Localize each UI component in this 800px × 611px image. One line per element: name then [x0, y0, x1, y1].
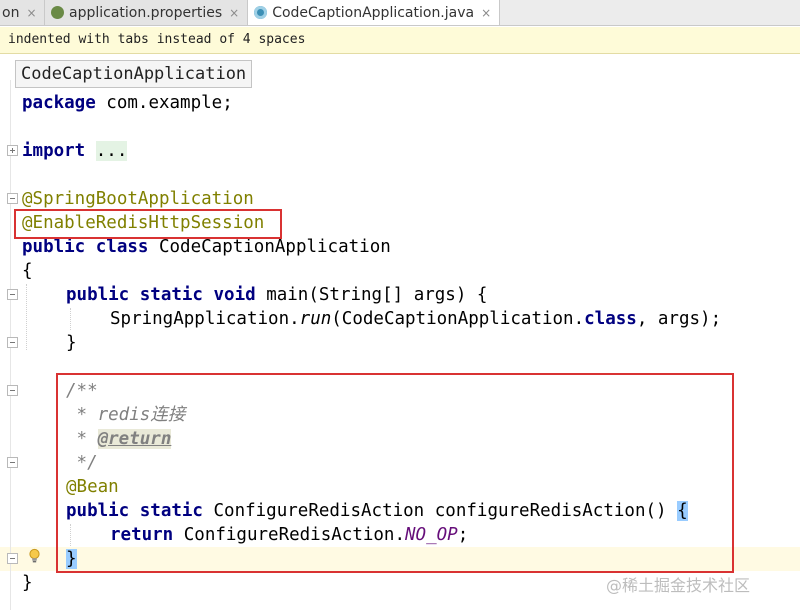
- code-line-main-decl[interactable]: public static void main(String[] args) {: [66, 283, 487, 307]
- indent-guide: [26, 284, 27, 350]
- close-icon[interactable]: ×: [26, 6, 36, 20]
- java-class-icon: [254, 6, 268, 19]
- breadcrumb[interactable]: CodeCaptionApplication: [15, 60, 253, 88]
- watermark: @稀土掘金技术社区: [606, 576, 751, 595]
- indent-guide: [70, 308, 71, 330]
- code-line-open-brace[interactable]: {: [22, 259, 33, 283]
- tab-application-properties[interactable]: application.properties ×: [45, 0, 249, 25]
- tab-label: on: [2, 4, 20, 21]
- bean-method-highlight-box: [56, 373, 734, 573]
- fold-expand-icon[interactable]: [7, 145, 18, 156]
- fold-collapse-icon[interactable]: [7, 457, 18, 468]
- code-line-package[interactable]: package com.example;: [22, 91, 233, 115]
- code-line-import[interactable]: import ...: [22, 139, 128, 163]
- fold-collapse-icon[interactable]: [7, 289, 18, 300]
- code-line-close-class[interactable]: }: [22, 571, 33, 595]
- tab-code-caption-application[interactable]: CodeCaptionApplication.java ×: [248, 0, 501, 25]
- properties-file-icon: [51, 6, 64, 19]
- tab-partial[interactable]: on ×: [0, 0, 45, 25]
- fold-collapse-icon[interactable]: [7, 193, 18, 204]
- folded-imports[interactable]: ...: [95, 141, 128, 161]
- close-icon[interactable]: ×: [229, 6, 239, 20]
- code-line-close-main[interactable]: }: [66, 331, 77, 355]
- tab-label: application.properties: [69, 4, 223, 21]
- fold-collapse-icon[interactable]: [7, 553, 18, 564]
- editor-tab-bar: on × application.properties × CodeCaptio…: [0, 0, 800, 26]
- annotation-highlight-box: [14, 209, 282, 239]
- tab-label: CodeCaptionApplication.java: [272, 4, 475, 21]
- fold-collapse-icon[interactable]: [7, 385, 18, 396]
- code-line-springboot-annotation[interactable]: @SpringBootApplication: [22, 187, 254, 211]
- code-line-run[interactable]: SpringApplication.run(CodeCaptionApplica…: [110, 307, 721, 331]
- lightbulb-icon[interactable]: [28, 548, 41, 564]
- close-icon[interactable]: ×: [481, 6, 491, 20]
- indent-notification-banner: indented with tabs instead of 4 spaces: [0, 27, 800, 54]
- fold-collapse-icon[interactable]: [7, 337, 18, 348]
